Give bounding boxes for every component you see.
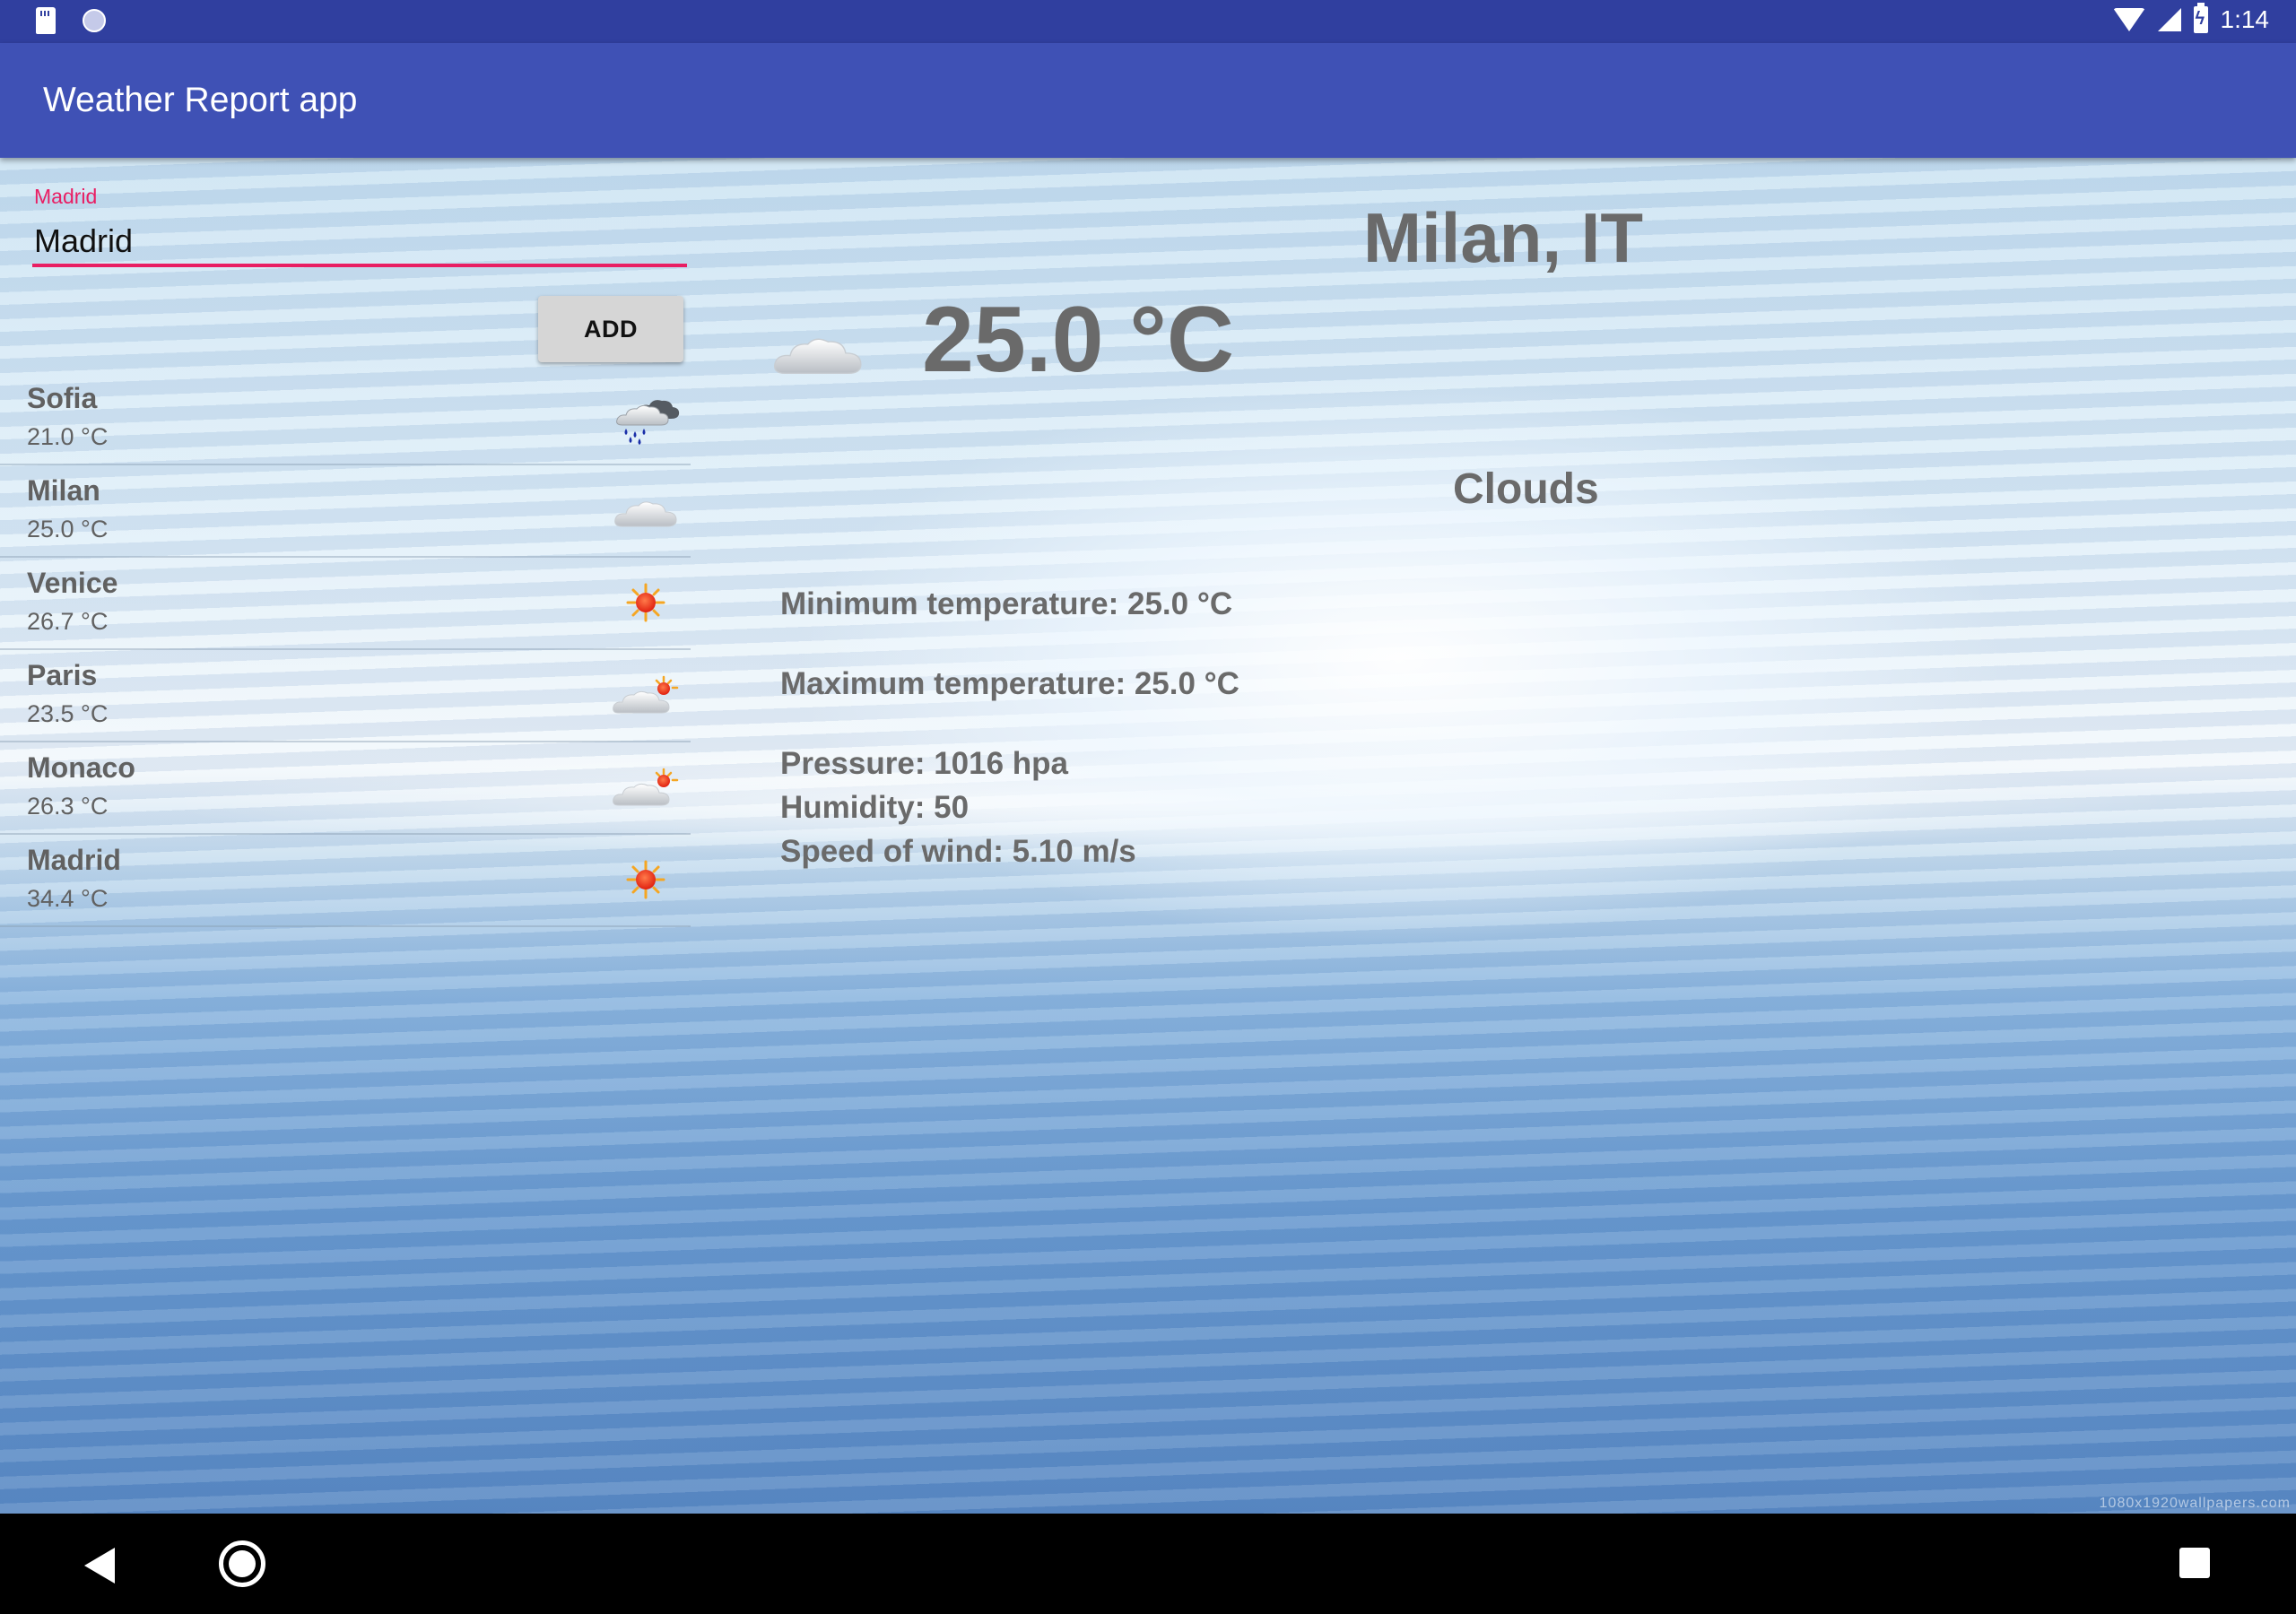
city-name: Monaco	[27, 751, 135, 784]
detail-temperature: 25.0 °C	[922, 288, 1235, 392]
main-content: Madrid ADD Sofia 21.0 °C Milan 25.0 °C V…	[0, 158, 2296, 1514]
sun-icon	[610, 851, 682, 908]
city-temperature: 26.7 °C	[27, 608, 109, 635]
city-temperature: 26.3 °C	[27, 793, 109, 820]
search-field-label: Madrid	[34, 185, 98, 208]
wallpaper-watermark: 1080x1920wallpapers.com	[2099, 1496, 2291, 1511]
back-icon[interactable]	[84, 1548, 115, 1584]
rain-cloud-icon	[610, 389, 682, 447]
min-temperature: Minimum temperature: 25.0 °C	[780, 586, 1233, 621]
recents-icon[interactable]	[2179, 1548, 2210, 1578]
partly-cloudy-icon	[610, 666, 682, 724]
partly-cloudy-icon	[610, 759, 682, 816]
wifi-icon	[2112, 8, 2145, 31]
weather-description: Clouds	[1453, 465, 1599, 513]
max-temperature: Maximum temperature: 25.0 °C	[780, 666, 1239, 701]
navigation-bar	[0, 1514, 2296, 1614]
home-icon[interactable]	[219, 1540, 265, 1587]
cloud-icon	[610, 482, 682, 539]
app-title: Weather Report app	[43, 81, 358, 119]
add-city-button[interactable]: ADD	[538, 296, 683, 362]
detail-city-name: Milan, IT	[1363, 198, 1643, 277]
notification-dot-icon	[83, 9, 106, 32]
city-name: Venice	[27, 567, 118, 599]
signal-icon	[2157, 8, 2181, 31]
app-bar: Weather Report app	[0, 43, 2296, 158]
city-temperature: 23.5 °C	[27, 700, 109, 727]
cloud-icon	[764, 310, 872, 391]
city-temperature: 34.4 °C	[27, 885, 109, 912]
city-list: Sofia 21.0 °C Milan 25.0 °C Venice 26.7 …	[0, 373, 691, 927]
city-temperature: 21.0 °C	[27, 423, 109, 450]
wind-speed: Speed of wind: 5.10 m/s	[780, 834, 1136, 869]
city-name: Madrid	[27, 844, 121, 876]
status-clock: 1:14	[2220, 5, 2270, 33]
city-list-item[interactable]: Sofia 21.0 °C	[0, 373, 691, 465]
city-name: Paris	[27, 659, 98, 691]
sun-icon	[610, 574, 682, 631]
humidity: Humidity: 50	[780, 790, 970, 825]
city-name: Milan	[27, 474, 100, 507]
city-list-item[interactable]: Venice 26.7 °C	[0, 558, 691, 650]
sd-card-icon	[36, 7, 56, 34]
city-list-item[interactable]: Milan 25.0 °C	[0, 465, 691, 558]
city-list-item[interactable]: Paris 23.5 °C	[0, 650, 691, 742]
pressure: Pressure: 1016 hpa	[780, 746, 1069, 781]
city-list-item[interactable]: Madrid 34.4 °C	[0, 835, 691, 927]
city-search-input[interactable]	[32, 219, 687, 267]
city-name: Sofia	[27, 382, 98, 414]
status-bar: 1:14	[0, 0, 2296, 43]
battery-icon	[2193, 3, 2208, 33]
city-list-item[interactable]: Monaco 26.3 °C	[0, 742, 691, 835]
city-temperature: 25.0 °C	[27, 516, 109, 542]
